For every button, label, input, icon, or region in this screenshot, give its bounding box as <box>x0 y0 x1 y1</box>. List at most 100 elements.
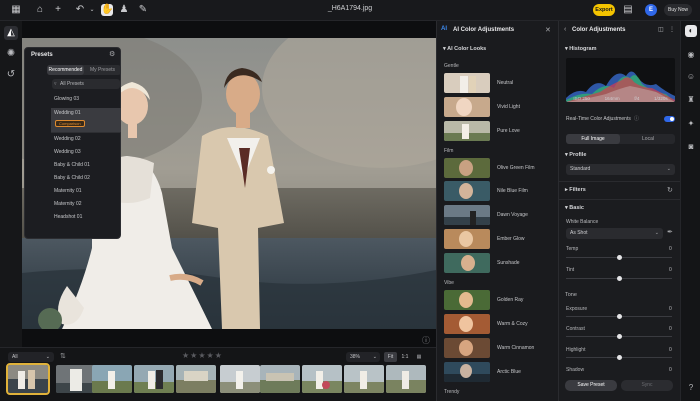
highlight-slider[interactable] <box>566 355 672 360</box>
filmstrip: All ⌄ ⇅ ★★★★★ 38% ⌄ Fit 1:1 ▦ <box>0 347 436 401</box>
basic-section[interactable]: ▾ Basic <box>565 205 584 211</box>
filters-section[interactable]: ▸ Filters <box>565 187 586 193</box>
retouch-icon[interactable]: ◉ <box>685 49 697 61</box>
effects-icon[interactable]: ✦ <box>685 118 697 130</box>
look-item[interactable]: Olive Green Film <box>444 158 554 179</box>
temp-slider[interactable] <box>566 255 672 260</box>
tint-value[interactable]: 0 <box>669 267 672 273</box>
thumbnail[interactable] <box>6 363 50 395</box>
all-presets-filter[interactable]: ▿ All Presets <box>52 79 120 89</box>
export-button[interactable]: Export <box>593 4 615 16</box>
chevron-down-icon: ▾ <box>565 46 568 52</box>
tab-recommended[interactable]: Recommended <box>47 65 84 75</box>
color-adjust-icon[interactable]: ◐ <box>685 25 697 37</box>
save-preset-button[interactable]: Save Preset <box>565 380 617 391</box>
adjust-icon[interactable]: ✺ <box>4 47 18 61</box>
chevron-down-icon: ▾ <box>565 152 568 158</box>
look-item[interactable]: Pure Love <box>444 121 554 142</box>
clothing-icon[interactable]: ♜ <box>685 94 697 106</box>
look-item[interactable]: Dawn Voyage <box>444 205 554 226</box>
thumbnail[interactable] <box>56 365 96 393</box>
comparison-tag[interactable]: Comparison <box>55 120 85 127</box>
realtime-toggle[interactable] <box>664 116 675 122</box>
tint-slider[interactable] <box>566 276 672 281</box>
exposure-value[interactable]: 0 <box>669 306 672 312</box>
slider-handle[interactable] <box>617 276 622 281</box>
preset-item[interactable]: Baby & Child 02 <box>51 173 121 184</box>
exposure-slider[interactable] <box>566 314 672 319</box>
buy-now-button[interactable]: Buy Now <box>664 4 692 16</box>
help-icon[interactable]: ? <box>685 382 697 394</box>
look-item[interactable]: Sunshade <box>444 253 554 274</box>
camera-icon[interactable]: ◙ <box>685 141 697 153</box>
compare-icon[interactable]: ◫ <box>658 26 664 33</box>
highlight-value[interactable]: 0 <box>669 347 672 353</box>
preset-item[interactable]: Wedding 03 <box>51 147 121 158</box>
tab-full-image[interactable]: Full Image <box>566 134 620 144</box>
close-icon[interactable]: ✕ <box>545 26 551 34</box>
slider-handle[interactable] <box>617 314 622 319</box>
look-item[interactable]: Nile Blue Film <box>444 181 554 202</box>
sync-button[interactable]: Sync <box>621 380 673 391</box>
thumbnail[interactable] <box>176 365 216 393</box>
one-to-one-button[interactable]: 1:1 <box>399 352 411 362</box>
chevron-down-icon: ▾ <box>565 205 568 211</box>
look-item[interactable]: Warm & Cozy <box>444 314 554 335</box>
grid-view-icon[interactable]: ▦ <box>413 352 425 362</box>
presets-icon[interactable]: ◭ <box>4 26 18 40</box>
look-item[interactable]: Warm Cinnamon <box>444 338 554 359</box>
slider-handle[interactable] <box>617 255 622 260</box>
temp-value[interactable]: 0 <box>669 246 672 252</box>
thumbnail[interactable] <box>344 365 384 393</box>
contrast-value[interactable]: 0 <box>669 326 672 332</box>
folder-icon[interactable]: ▤ <box>622 4 634 16</box>
contrast-label: Contrast <box>566 326 585 332</box>
profile-select[interactable]: Standard ⌄ <box>566 164 675 175</box>
preset-item[interactable]: Glowing 03 <box>51 94 121 105</box>
look-item[interactable]: Neutral <box>444 73 554 94</box>
zoom-select[interactable]: 38% ⌄ <box>346 352 380 362</box>
tab-my-presets[interactable]: My Presets <box>84 65 121 75</box>
preset-item[interactable]: Baby & Child 01 <box>51 160 121 171</box>
thumbnail[interactable] <box>386 365 426 393</box>
ai-looks-section[interactable]: ▾ AI Color Looks <box>443 46 486 52</box>
info-icon[interactable]: ⓘ <box>634 115 639 122</box>
preset-item[interactable]: Maternity 01 <box>51 186 121 197</box>
preset-item-selected[interactable]: Wedding 01 Comparison <box>51 108 121 132</box>
contrast-slider[interactable] <box>566 334 672 339</box>
reset-icon[interactable]: ↻ <box>667 186 673 194</box>
more-icon[interactable]: ⋮ <box>669 26 675 33</box>
look-item[interactable]: Arctic Blue <box>444 362 554 383</box>
slider-handle[interactable] <box>617 355 622 360</box>
thumbnail[interactable] <box>302 365 342 393</box>
tab-local[interactable]: Local <box>621 134 675 144</box>
sort-icon[interactable]: ⇅ <box>60 352 66 360</box>
thumbnail[interactable] <box>92 365 132 393</box>
shadow-value[interactable]: 0 <box>669 367 672 373</box>
histogram-section[interactable]: ▾ Histogram <box>565 46 597 52</box>
portrait-icon[interactable]: ☺ <box>685 71 697 83</box>
thumbnail[interactable] <box>134 365 174 393</box>
rating-stars[interactable]: ★★★★★ <box>182 351 223 360</box>
preset-item[interactable]: Headshot 01 <box>51 212 121 223</box>
photo-canvas[interactable]: Presets ⚙ Recommended My Presets ▿ All P… <box>22 21 436 347</box>
profile-section[interactable]: ▾ Profile <box>565 152 586 158</box>
filmstrip-filter-select[interactable]: All ⌄ <box>8 352 54 362</box>
slider-handle[interactable] <box>617 334 622 339</box>
gear-icon[interactable]: ⚙ <box>109 50 115 58</box>
fit-button[interactable]: Fit <box>384 352 397 362</box>
look-item[interactable]: Ember Glow <box>444 229 554 250</box>
info-icon[interactable]: ⓘ <box>422 335 430 346</box>
thumbnail[interactable] <box>220 365 260 393</box>
all-presets-label: All Presets <box>60 81 84 87</box>
white-balance-select[interactable]: As Shot ⌄ <box>566 228 663 239</box>
preset-item[interactable]: Wedding 02 <box>51 134 121 145</box>
avatar[interactable]: E <box>645 4 657 16</box>
preset-item[interactable]: Maternity 02 <box>51 199 121 210</box>
history-icon[interactable]: ↺ <box>4 68 18 82</box>
look-item[interactable]: Golden Ray <box>444 290 554 311</box>
chevron-left-icon[interactable]: ‹ <box>564 26 566 33</box>
eyedropper-icon[interactable]: ✒ <box>667 228 673 236</box>
thumbnail[interactable] <box>260 365 300 393</box>
look-item[interactable]: Vivid Light <box>444 97 554 118</box>
